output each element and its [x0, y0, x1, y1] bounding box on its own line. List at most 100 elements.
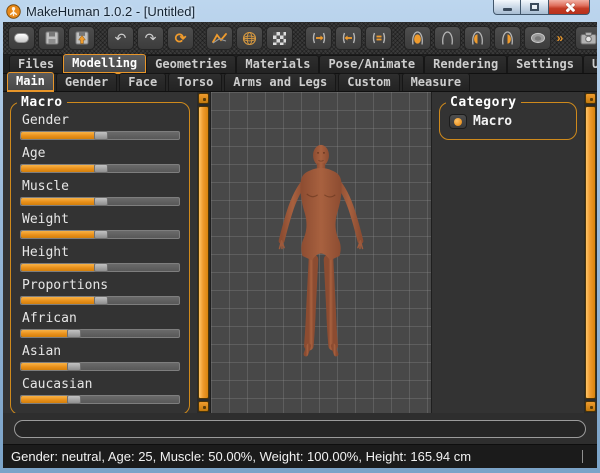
- reset-model-button[interactable]: ⟳: [167, 26, 194, 50]
- radio-selected-icon[interactable]: [449, 114, 467, 129]
- statusbar-grip[interactable]: [582, 450, 583, 463]
- slider-handle[interactable]: [67, 362, 81, 371]
- category-option-macro[interactable]: Macro: [449, 113, 567, 135]
- slider-fill: [21, 132, 95, 139]
- slider-fill: [21, 264, 95, 271]
- proportions-slider-track[interactable]: [20, 296, 180, 305]
- viewport-left-scrollbar[interactable]: [197, 92, 210, 413]
- rotate-right-button[interactable]: [305, 26, 332, 50]
- maximize-button[interactable]: [521, 0, 548, 15]
- gender-slider[interactable]: Gender: [20, 113, 180, 140]
- weight-slider-track[interactable]: [20, 230, 180, 239]
- scroll-up-button[interactable]: [585, 93, 596, 104]
- redo-button[interactable]: ↷: [137, 26, 164, 50]
- tab-pose-animate[interactable]: Pose/Animate: [319, 55, 424, 73]
- caucasian-slider[interactable]: Caucasian: [20, 377, 180, 404]
- scroll-down-button[interactable]: [198, 401, 209, 412]
- tab-main[interactable]: Main: [7, 72, 54, 91]
- tab-measure[interactable]: Measure: [402, 73, 471, 91]
- slider-fill: [21, 231, 95, 238]
- new-file-button[interactable]: [8, 26, 35, 50]
- slider-handle[interactable]: [94, 164, 108, 173]
- wireframe-button[interactable]: [236, 26, 263, 50]
- window-title: MakeHuman 1.0.2 - [Untitled]: [26, 4, 195, 19]
- scrollbar-thumb[interactable]: [198, 106, 209, 399]
- category-groupbox: Category Macro: [439, 102, 577, 140]
- slider-handle[interactable]: [94, 131, 108, 140]
- close-button[interactable]: [548, 0, 590, 15]
- slider-fill: [21, 165, 95, 172]
- save-file-button[interactable]: [38, 26, 65, 50]
- front-view-button[interactable]: [404, 26, 431, 50]
- tab-utilities[interactable]: Utilities: [583, 55, 597, 73]
- slider-handle[interactable]: [94, 197, 108, 206]
- minimize-button[interactable]: [493, 0, 521, 15]
- main-tabbar: Files Modelling Geometries Materials Pos…: [3, 55, 597, 74]
- slider-handle[interactable]: [94, 230, 108, 239]
- category-groupbox-title: Category: [446, 95, 521, 110]
- top-view-button[interactable]: [524, 26, 551, 50]
- wireframe-icon: [242, 31, 257, 46]
- left-view-icon: [471, 31, 484, 46]
- tab-face[interactable]: Face: [119, 73, 166, 91]
- smoothing-button[interactable]: [206, 26, 233, 50]
- toolbar-overflow-icon[interactable]: »: [554, 31, 566, 45]
- grab-screenshot-button[interactable]: [575, 26, 597, 50]
- maximize-icon: [530, 3, 539, 11]
- height-slider[interactable]: Height: [20, 245, 180, 272]
- slider-handle[interactable]: [94, 263, 108, 272]
- right-view-button[interactable]: [494, 26, 521, 50]
- category-option-label: Macro: [473, 114, 512, 129]
- undo-button[interactable]: ↶: [107, 26, 134, 50]
- left-view-button[interactable]: [464, 26, 491, 50]
- age-slider-track[interactable]: [20, 164, 180, 173]
- tab-settings[interactable]: Settings: [507, 55, 583, 73]
- tab-torso[interactable]: Torso: [168, 73, 222, 91]
- slider-handle[interactable]: [67, 329, 81, 338]
- tab-materials[interactable]: Materials: [236, 55, 319, 73]
- tab-gender[interactable]: Gender: [56, 73, 117, 91]
- weight-slider[interactable]: Weight: [20, 212, 180, 239]
- tab-geometries[interactable]: Geometries: [146, 55, 236, 73]
- tab-rendering[interactable]: Rendering: [424, 55, 507, 73]
- background-button[interactable]: [266, 26, 293, 50]
- tab-custom[interactable]: Custom: [338, 73, 399, 91]
- scroll-down-button[interactable]: [585, 401, 596, 412]
- viewport-3d[interactable]: [210, 92, 432, 413]
- african-slider[interactable]: African: [20, 311, 180, 338]
- age-slider[interactable]: Age: [20, 146, 180, 173]
- african-slider-track[interactable]: [20, 329, 180, 338]
- rotate-left-button[interactable]: [335, 26, 362, 50]
- asian-slider[interactable]: Asian: [20, 344, 180, 371]
- scroll-up-button[interactable]: [198, 93, 209, 104]
- human-figure[interactable]: [271, 142, 371, 360]
- slider-handle[interactable]: [94, 296, 108, 305]
- back-view-button[interactable]: [434, 26, 461, 50]
- proportions-slider[interactable]: Proportions: [20, 278, 180, 305]
- tab-modelling[interactable]: Modelling: [63, 54, 146, 73]
- slider-handle[interactable]: [67, 395, 81, 404]
- muscle-slider-track[interactable]: [20, 197, 180, 206]
- panel-right-scrollbar[interactable]: [584, 92, 597, 413]
- age-slider-label: Age: [22, 146, 180, 161]
- african-slider-label: African: [22, 311, 180, 326]
- tab-arms-and-legs[interactable]: Arms and Legs: [224, 73, 336, 91]
- muscle-slider[interactable]: Muscle: [20, 179, 180, 206]
- statusbar: Gender: neutral, Age: 25, Muscle: 50.00%…: [3, 444, 597, 468]
- height-slider-label: Height: [22, 245, 180, 260]
- caucasian-slider-label: Caucasian: [22, 377, 180, 392]
- toolbar: ↶ ↷ ⟳: [3, 22, 597, 55]
- scrollbar-thumb[interactable]: [585, 106, 596, 399]
- macro-groupbox: Macro Gender Age Muscle Weight: [10, 102, 190, 413]
- titlebar[interactable]: MakeHuman 1.0.2 - [Untitled]: [0, 0, 600, 22]
- tab-files[interactable]: Files: [9, 55, 63, 73]
- top-view-icon: [530, 32, 546, 44]
- category-panel: Category Macro: [432, 92, 584, 413]
- caucasian-slider-track[interactable]: [20, 395, 180, 404]
- asian-slider-track[interactable]: [20, 362, 180, 371]
- smoothing-icon: [212, 32, 227, 44]
- height-slider-track[interactable]: [20, 263, 180, 272]
- gender-slider-track[interactable]: [20, 131, 180, 140]
- reset-rotation-button[interactable]: [365, 26, 392, 50]
- load-file-button[interactable]: [68, 26, 95, 50]
